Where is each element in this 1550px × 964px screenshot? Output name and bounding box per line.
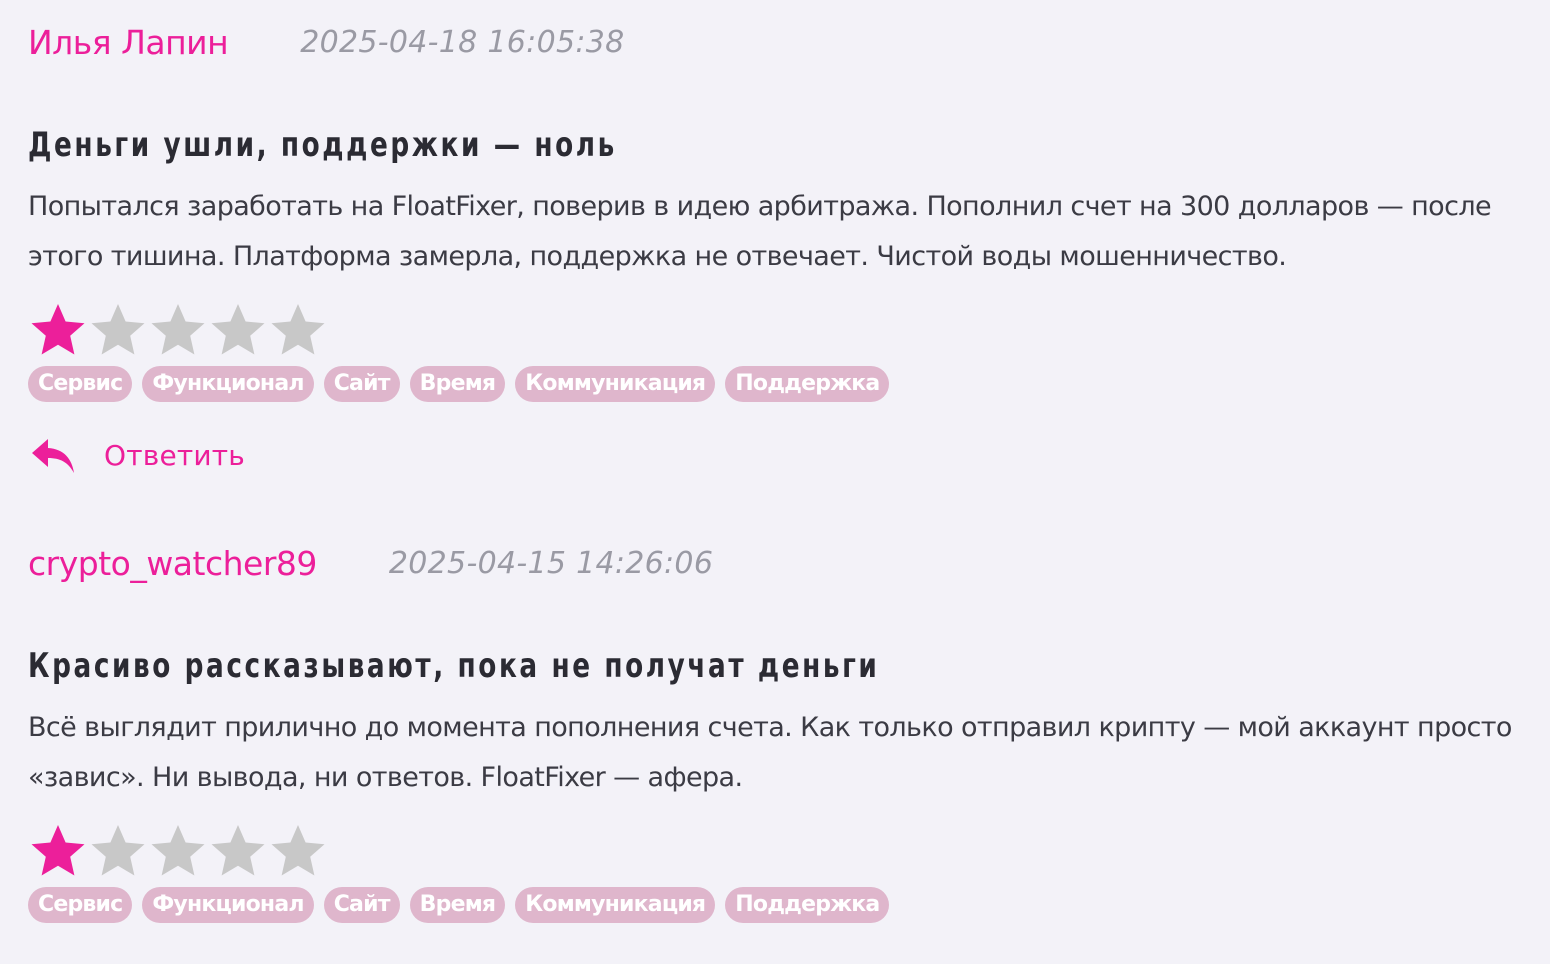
review-author[interactable]: crypto_watcher89	[28, 543, 317, 585]
review-meta: Илья Лапин 2025-04-18 16:05:38	[28, 0, 1528, 90]
tag-site: Сайт	[323, 366, 400, 402]
star-empty-icon	[271, 304, 325, 355]
rating-stars	[28, 300, 1528, 360]
tag-functionality: Функционал	[142, 366, 314, 402]
star-empty-icon	[211, 304, 265, 355]
review-meta: crypto_watcher89 2025-04-15 14:26:06	[28, 521, 1528, 611]
star-filled-icon	[31, 825, 85, 876]
review-card: Илья Лапин 2025-04-18 16:05:38 Деньги уш…	[28, 0, 1528, 486]
star-filled-icon	[31, 304, 85, 355]
reviews-page: Илья Лапин 2025-04-18 16:05:38 Деньги уш…	[0, 0, 1550, 964]
star-empty-icon	[211, 825, 265, 876]
reply-arrow-icon	[32, 439, 74, 473]
review-text: Всё выглядит прилично до момента пополне…	[28, 712, 1512, 793]
reply-label: Ответить	[104, 439, 245, 472]
tag-functionality: Функционал	[142, 887, 314, 923]
review-title: Красиво рассказывают, пока не получат де…	[28, 646, 880, 686]
star-empty-icon	[91, 825, 145, 876]
star-empty-icon	[271, 825, 325, 876]
tag-communication: Коммуникация	[515, 887, 716, 923]
tag-communication: Коммуникация	[515, 366, 716, 402]
review-tags: Сервис Функционал Сайт Время Коммуникаци…	[28, 887, 1528, 923]
tag-support: Поддержка	[725, 366, 890, 402]
star-empty-icon	[91, 304, 145, 355]
tag-support: Поддержка	[725, 887, 890, 923]
tag-service: Сервис	[28, 366, 133, 402]
review-card: crypto_watcher89 2025-04-15 14:26:06 Кра…	[28, 521, 1528, 923]
tag-service: Сервис	[28, 887, 133, 923]
review-text: Попытался заработать на FloatFixer, пове…	[28, 191, 1492, 272]
review-author[interactable]: Илья Лапин	[28, 22, 229, 64]
rating-stars	[28, 821, 1528, 881]
tag-site: Сайт	[323, 887, 400, 923]
reply-button[interactable]: Ответить	[28, 426, 1528, 486]
star-empty-icon	[151, 825, 205, 876]
star-empty-icon	[151, 304, 205, 355]
review-date: 2025-04-18 16:05:38	[300, 25, 625, 60]
review-tags: Сервис Функционал Сайт Время Коммуникаци…	[28, 366, 1528, 402]
review-title: Деньги ушли, поддержки — ноль	[28, 125, 617, 165]
tag-time: Время	[409, 887, 506, 923]
tag-time: Время	[409, 366, 506, 402]
review-date: 2025-04-15 14:26:06	[388, 546, 714, 581]
